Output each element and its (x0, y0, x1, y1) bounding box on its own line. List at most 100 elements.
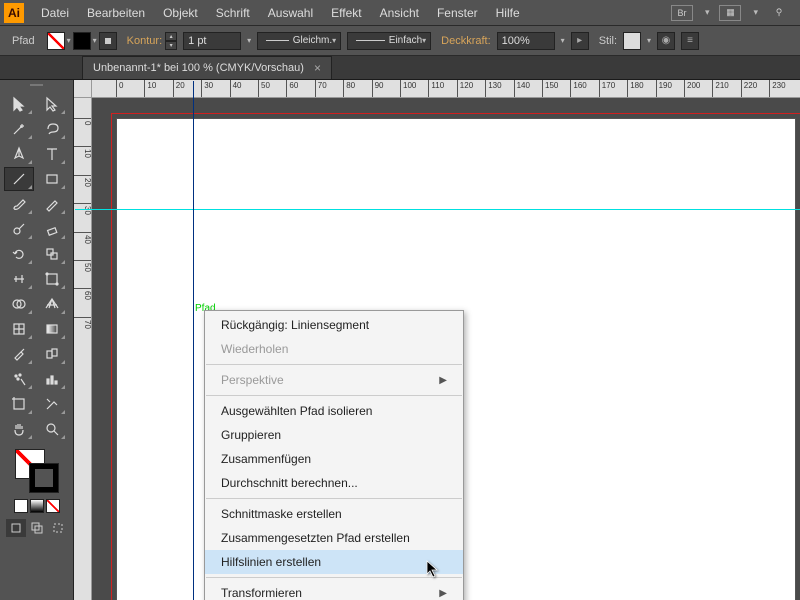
tool-eyedropper[interactable] (4, 342, 34, 366)
submenu-arrow-icon: ▶ (439, 375, 447, 386)
vertical-path-line[interactable] (193, 81, 194, 600)
tool-perspective-grid[interactable] (37, 292, 67, 316)
horizontal-guide[interactable] (75, 209, 800, 210)
ruler-tick: 80 (343, 80, 355, 98)
ruler-tick: 60 (286, 80, 298, 98)
arrange-docs-icon[interactable]: ▦ (719, 5, 741, 21)
bridge-icon[interactable]: Br (671, 5, 693, 21)
document-tab[interactable]: Unbenannt-1* bei 100 % (CMYK/Vorschau) × (82, 56, 332, 79)
stroke-weight-input[interactable] (183, 32, 241, 50)
tool-selection[interactable] (4, 92, 34, 116)
draw-behind-icon[interactable] (27, 519, 47, 537)
tool-zoom[interactable] (37, 417, 67, 441)
context-menu-item[interactable]: Durchschnitt berechnen... (205, 471, 463, 495)
toolbox-grip[interactable] (30, 84, 43, 90)
tool-paintbrush[interactable] (4, 192, 34, 216)
tool-type[interactable] (37, 142, 67, 166)
toolbox (0, 80, 74, 600)
context-menu-separator (206, 577, 462, 578)
tool-column-graph[interactable] (37, 367, 67, 391)
menu-hilfe[interactable]: Hilfe (487, 6, 529, 20)
draw-normal-icon[interactable] (6, 519, 26, 537)
recolor-icon[interactable]: ◉ (657, 32, 675, 50)
context-menu-item[interactable]: Transformieren▶ (205, 581, 463, 600)
ruler-tick: 90 (372, 80, 384, 98)
menu-schrift[interactable]: Schrift (207, 6, 259, 20)
document-tab-title: Unbenannt-1* bei 100 % (CMYK/Vorschau) (93, 62, 304, 74)
color-mode-gradient[interactable] (30, 499, 44, 513)
context-menu-item[interactable]: Gruppieren (205, 423, 463, 447)
ruler-origin[interactable] (74, 80, 92, 98)
color-mode-none[interactable] (46, 499, 60, 513)
brush-definition-dropdown[interactable]: Einfach▾ (347, 32, 431, 50)
stroke-color-swatch[interactable] (29, 463, 59, 493)
tool-eraser[interactable] (37, 217, 67, 241)
dropdown-arrow-icon[interactable]: ▾ (247, 36, 251, 45)
context-menu-item[interactable]: Zusammenfügen (205, 447, 463, 471)
style-label: Stil: (599, 35, 617, 47)
fill-swatch[interactable] (47, 32, 65, 50)
draw-inside-icon[interactable] (48, 519, 68, 537)
dropdown-arrow-icon[interactable]: ▾ (647, 36, 651, 45)
context-menu-item[interactable]: Rückgängig: Liniensegment (205, 313, 463, 337)
tool-scale[interactable] (37, 242, 67, 266)
context-menu-item[interactable]: Hilfslinien erstellen (205, 550, 463, 574)
tool-blob-brush[interactable] (4, 217, 34, 241)
align-icon[interactable]: ≡ (681, 32, 699, 50)
tool-free-transform[interactable] (37, 267, 67, 291)
context-menu-item[interactable]: Schnittmaske erstellen (205, 502, 463, 526)
stroke-stepper[interactable]: ▴▾ (165, 32, 177, 50)
context-menu-item[interactable]: Zusammengesetzten Pfad erstellen (205, 526, 463, 550)
dropdown-arrow-icon[interactable]: ▾ (705, 7, 710, 18)
tool-pen[interactable] (4, 142, 34, 166)
tool-magic-wand[interactable] (4, 117, 34, 141)
dropdown-arrow-icon[interactable]: ▾ (67, 36, 71, 45)
menu-datei[interactable]: Datei (32, 6, 78, 20)
tool-mesh[interactable] (4, 317, 34, 341)
tool-line-segment[interactable] (4, 167, 34, 191)
context-menu-item[interactable]: Ausgewählten Pfad isolieren (205, 399, 463, 423)
tool-pencil[interactable] (37, 192, 67, 216)
dropdown-arrow-icon[interactable]: ▾ (93, 36, 97, 45)
menu-auswahl[interactable]: Auswahl (259, 6, 322, 20)
context-menu-item: Wiederholen (205, 337, 463, 361)
canvas-area[interactable]: 0102030405060708090100110120130140150160… (74, 80, 800, 600)
menu-bearbeiten[interactable]: Bearbeiten (78, 6, 154, 20)
fill-stroke-control[interactable] (15, 449, 59, 493)
opacity-input[interactable] (497, 32, 555, 50)
color-mode-color[interactable] (14, 499, 28, 513)
tool-slice[interactable] (37, 392, 67, 416)
tool-hand[interactable] (4, 417, 34, 441)
menu-ansicht[interactable]: Ansicht (371, 6, 428, 20)
menu-fenster[interactable]: Fenster (428, 6, 487, 20)
stroke-panel-icon[interactable] (99, 32, 117, 50)
ruler-tick: 0 (74, 118, 92, 125)
tool-width[interactable] (4, 267, 34, 291)
dropdown-arrow-icon[interactable]: ▾ (561, 36, 565, 45)
ruler-tick: 50 (258, 80, 270, 98)
search-icon[interactable]: ⚲ (768, 5, 790, 21)
ruler-tick: 70 (315, 80, 327, 98)
menu-objekt[interactable]: Objekt (154, 6, 207, 20)
menu-effekt[interactable]: Effekt (322, 6, 370, 20)
dropdown-arrow-icon[interactable]: ▾ (753, 7, 758, 18)
variable-width-profile-dropdown[interactable]: Gleichm.▾ (257, 32, 341, 50)
fill-stroke-swatches[interactable]: ▾ ▾ (47, 32, 117, 50)
stroke-swatch[interactable] (73, 32, 91, 50)
tool-lasso[interactable] (37, 117, 67, 141)
graphic-style-swatch[interactable] (623, 32, 641, 50)
tool-gradient[interactable] (37, 317, 67, 341)
tool-shape-builder[interactable] (4, 292, 34, 316)
ruler-tick: 220 (741, 80, 757, 98)
tool-direct-selection[interactable] (37, 92, 67, 116)
tool-rectangle[interactable] (37, 167, 67, 191)
horizontal-ruler[interactable]: 0102030405060708090100110120130140150160… (92, 80, 800, 98)
opacity-arrow-icon[interactable]: ▸ (571, 32, 589, 50)
close-tab-icon[interactable]: × (314, 61, 321, 75)
tool-artboard[interactable] (4, 392, 34, 416)
tool-blend[interactable] (37, 342, 67, 366)
tool-symbol-sprayer[interactable] (4, 367, 34, 391)
vertical-ruler[interactable]: 010203040506070 (74, 98, 92, 600)
tool-rotate[interactable] (4, 242, 34, 266)
document-tab-strip: Unbenannt-1* bei 100 % (CMYK/Vorschau) × (0, 56, 800, 80)
